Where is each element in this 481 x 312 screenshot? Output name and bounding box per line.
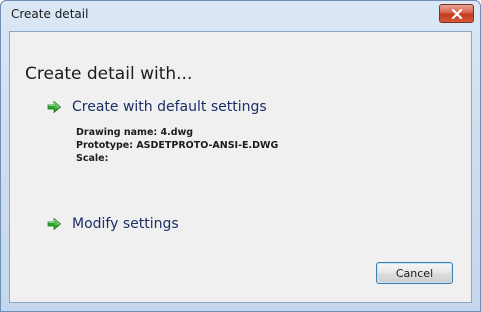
dialog-window: Create detail Create detail with... Crea… — [0, 0, 481, 312]
drawing-name-text: Drawing name: 4.dwg — [76, 127, 194, 138]
title-bar[interactable]: Create detail — [1, 1, 480, 29]
cancel-button[interactable]: Cancel — [376, 262, 453, 284]
dialog-heading: Create detail with... — [25, 64, 193, 84]
scale-text: Scale: — [76, 153, 109, 164]
close-icon — [451, 8, 462, 19]
modify-settings-label: Modify settings — [72, 216, 179, 232]
prototype-text: Prototype: ASDETPROTO-ANSI-E.DWG — [76, 140, 279, 151]
green-arrow-icon — [46, 99, 62, 115]
dialog-content: Create detail with... Create with defaul… — [9, 31, 472, 303]
window-title: Create detail — [11, 7, 89, 21]
green-arrow-icon — [46, 216, 62, 232]
close-button[interactable] — [439, 4, 474, 23]
modify-settings-option[interactable]: Modify settings — [46, 216, 179, 232]
create-default-label: Create with default settings — [72, 99, 267, 115]
create-default-option[interactable]: Create with default settings — [46, 99, 267, 115]
default-settings-details: Drawing name: 4.dwg Prototype: ASDETPROT… — [76, 126, 278, 165]
